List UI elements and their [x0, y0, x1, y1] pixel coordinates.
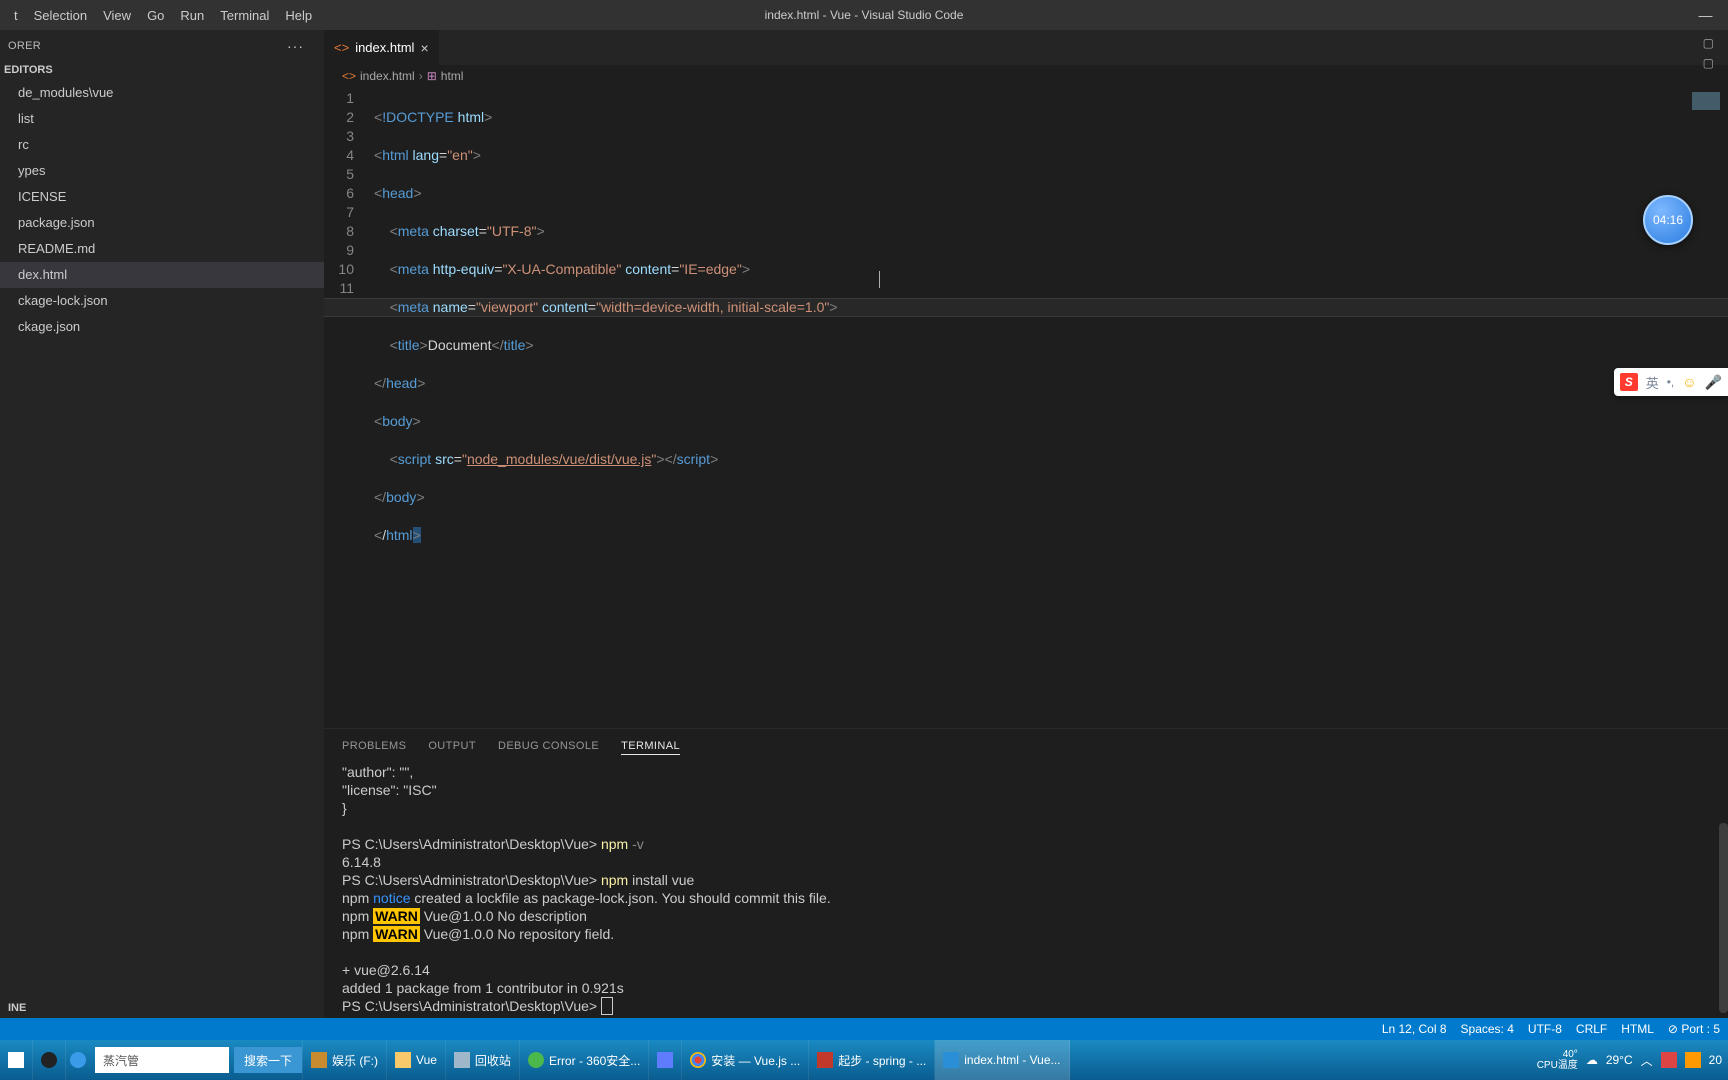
menu-view[interactable]: View	[95, 4, 139, 27]
clock[interactable]: 20	[1709, 1053, 1722, 1067]
text-cursor	[879, 271, 880, 288]
close-icon[interactable]: ×	[420, 40, 428, 56]
menu-go[interactable]: Go	[139, 4, 172, 27]
search-button[interactable]: 搜索一下	[234, 1047, 302, 1073]
ime-logo-icon: S	[1620, 373, 1638, 391]
taskbar-item[interactable]: 回收站	[446, 1040, 520, 1080]
taskbar-item[interactable]: 起步 - spring - ...	[809, 1040, 935, 1080]
taskbar-search: 蒸汽管 搜索一下	[66, 1040, 303, 1080]
taskbar-item[interactable]: 安装 — Vue.js ...	[682, 1040, 809, 1080]
breadcrumb-file: index.html	[360, 69, 415, 83]
menu-terminal[interactable]: Terminal	[212, 4, 277, 27]
title-bar: t Selection View Go Run Terminal Help in…	[0, 0, 1728, 30]
bottom-panel: PROBLEMS OUTPUT DEBUG CONSOLE TERMINAL ▢…	[324, 728, 1728, 1018]
tree-item[interactable]: de_modules\vue	[0, 80, 324, 106]
section-outline[interactable]: INE	[0, 998, 324, 1018]
timer-badge[interactable]: 04:16	[1643, 195, 1693, 245]
tree-item[interactable]: README.md	[0, 236, 324, 262]
explorer-sidebar: ORER ··· EDITORS de_modules\vue list rc …	[0, 30, 324, 1018]
tray-icon[interactable]	[1685, 1052, 1701, 1068]
sidebar-more-icon[interactable]: ···	[287, 38, 304, 54]
panel-tab-problems[interactable]: PROBLEMS	[342, 738, 406, 754]
taskbar-item[interactable]	[649, 1040, 682, 1080]
minimize-button[interactable]: —	[1683, 0, 1728, 30]
status-linecol[interactable]: Ln 12, Col 8	[1382, 1022, 1447, 1036]
menu-edit[interactable]: t	[6, 4, 26, 27]
taskbar-launcher-button[interactable]	[0, 1040, 33, 1080]
taskbar-item[interactable]: Error - 360安全...	[520, 1040, 649, 1080]
taskbar-app-button[interactable]	[33, 1040, 66, 1080]
html-file-icon: <>	[334, 40, 349, 55]
menu-bar: t Selection View Go Run Terminal Help	[0, 4, 320, 27]
tree-item[interactable]: rc	[0, 132, 324, 158]
tree-item[interactable]: list	[0, 106, 324, 132]
ie-icon[interactable]	[70, 1052, 86, 1068]
panel-tab-terminal[interactable]: TERMINAL	[621, 738, 680, 755]
line-gutter: 123 456 789 101112	[324, 87, 374, 728]
code-content: <!DOCTYPE html> <html lang="en"> <head> …	[374, 87, 1728, 728]
chevron-right-icon: ›	[419, 69, 423, 83]
search-input[interactable]: 蒸汽管	[95, 1047, 229, 1073]
microphone-icon[interactable]: 🎤	[1705, 374, 1722, 391]
tree-item[interactable]: ypes	[0, 158, 324, 184]
file-tree: de_modules\vue list rc ypes ICENSE packa…	[0, 80, 324, 998]
system-tray: 40°CPU温度 ☁ 29°C ︿ 20	[1537, 1040, 1728, 1080]
tree-item[interactable]: package.json	[0, 210, 324, 236]
editor-tab[interactable]: <> index.html ×	[324, 30, 440, 65]
taskbar-item[interactable]: index.html - Vue...	[935, 1040, 1069, 1080]
terminal-scrollbar[interactable]	[1719, 823, 1728, 1013]
windows-taskbar: 蒸汽管 搜索一下 娱乐 (F:) Vue 回收站 Error - 360安全..…	[0, 1040, 1728, 1080]
status-spaces[interactable]: Spaces: 4	[1461, 1022, 1514, 1036]
status-eol[interactable]: CRLF	[1576, 1022, 1607, 1036]
code-editor[interactable]: 123 456 789 101112 <!DOCTYPE html> <html…	[324, 87, 1728, 728]
taskbar-item[interactable]: Vue	[387, 1040, 446, 1080]
menu-selection[interactable]: Selection	[26, 4, 95, 27]
explorer-label: ORER	[8, 40, 41, 52]
status-language[interactable]: HTML	[1621, 1022, 1654, 1036]
panel-tabs: PROBLEMS OUTPUT DEBUG CONSOLE TERMINAL	[324, 729, 1728, 763]
terminal-split-icon[interactable]: ▢	[1703, 36, 1714, 50]
html-file-icon: <>	[342, 69, 356, 83]
menu-run[interactable]: Run	[172, 4, 212, 27]
tree-item-active[interactable]: dex.html	[0, 262, 324, 288]
ime-toolbar[interactable]: S 英 •, ☺ 🎤	[1614, 368, 1728, 396]
cpu-temp[interactable]: 40°CPU温度	[1537, 1049, 1578, 1071]
breadcrumb-symbol: html	[441, 69, 464, 83]
window-title: index.html - Vue - Visual Studio Code	[765, 8, 964, 22]
menu-help[interactable]: Help	[277, 4, 320, 27]
panel-tab-output[interactable]: OUTPUT	[428, 738, 476, 754]
tree-item[interactable]: ICENSE	[0, 184, 324, 210]
tree-item[interactable]: ckage.json	[0, 314, 324, 340]
editor-column: <> index.html × <> index.html › ⊞ html 1…	[324, 30, 1728, 1018]
breadcrumb[interactable]: <> index.html › ⊞ html	[324, 65, 1728, 87]
tree-item[interactable]: ckage-lock.json	[0, 288, 324, 314]
terminal-kill-icon[interactable]: ▢	[1703, 56, 1714, 70]
taskbar-item[interactable]: 娱乐 (F:)	[303, 1040, 387, 1080]
window-controls: —	[1683, 0, 1728, 30]
weather-icon[interactable]: ☁	[1586, 1053, 1598, 1067]
tab-bar: <> index.html ×	[324, 30, 1728, 65]
emoji-icon[interactable]: ☺	[1682, 374, 1696, 390]
chevron-up-icon[interactable]: ︿	[1641, 1052, 1653, 1069]
status-port[interactable]: ⊘ Port : 5	[1668, 1022, 1720, 1036]
ime-lang-char[interactable]: 英	[1646, 373, 1659, 392]
tab-filename: index.html	[355, 40, 414, 55]
ime-punct-icon[interactable]: •,	[1667, 375, 1675, 389]
status-bar: Ln 12, Col 8 Spaces: 4 UTF-8 CRLF HTML ⊘…	[0, 1018, 1728, 1040]
tray-icon[interactable]	[1661, 1052, 1677, 1068]
weather-temp: 29°C	[1606, 1053, 1633, 1067]
panel-tab-debug[interactable]: DEBUG CONSOLE	[498, 738, 599, 754]
terminal-body[interactable]: "author": "", "license": "ISC" } PS C:\U…	[324, 763, 1728, 1018]
symbol-icon: ⊞	[427, 69, 437, 83]
status-encoding[interactable]: UTF-8	[1528, 1022, 1562, 1036]
section-open-editors[interactable]: EDITORS	[0, 60, 324, 80]
